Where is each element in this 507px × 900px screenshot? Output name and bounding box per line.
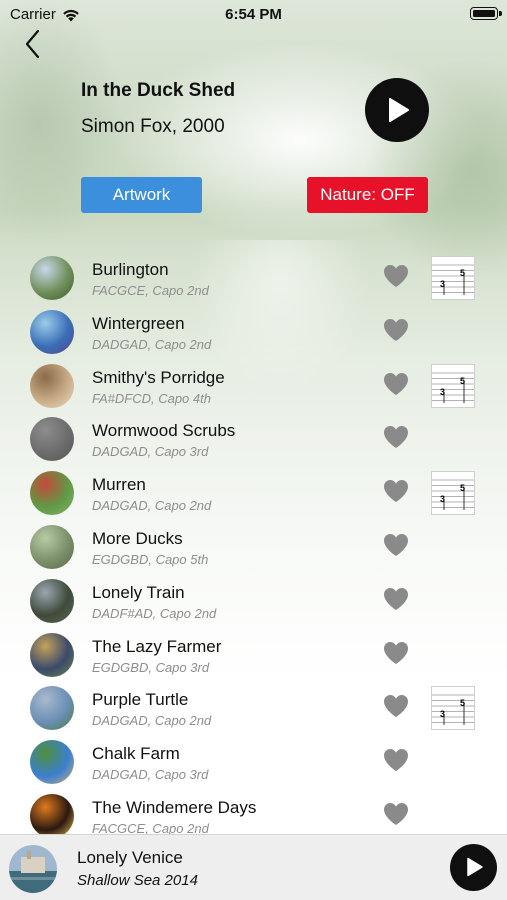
track-tuning: DADF#AD, Capo 2nd xyxy=(92,605,217,621)
tab-fret-number: 3 xyxy=(440,494,445,504)
heart-icon[interactable] xyxy=(383,533,409,557)
album-artist-year: Simon Fox, 2000 xyxy=(81,116,225,137)
track-tuning: FACGCE, Capo 2nd xyxy=(92,283,209,298)
track-row[interactable]: Chalk Farm DADGAD, Capo 3rd xyxy=(0,735,507,789)
track-title: Purple Turtle xyxy=(92,690,189,710)
track-artwork xyxy=(30,525,74,569)
track-artwork xyxy=(30,256,74,300)
heart-icon[interactable] xyxy=(383,425,409,449)
track-row[interactable]: Purple Turtle DADGAD, Capo 2nd 5 3 xyxy=(0,681,507,735)
nature-toggle-button[interactable]: Nature: OFF xyxy=(307,177,428,213)
track-artwork xyxy=(30,632,74,677)
track-row[interactable]: Murren DADGAD, Capo 2nd 5 3 xyxy=(0,466,507,520)
now-playing-artwork xyxy=(9,845,57,893)
heart-icon[interactable] xyxy=(383,587,409,611)
track-tuning: DADGAD, Capo 3rd xyxy=(92,767,209,783)
track-tuning: DADGAD, Capo 3rd xyxy=(92,444,209,460)
track-row[interactable]: Wintergreen DADGAD, Capo 2nd xyxy=(0,305,507,359)
tab-fret-number: 3 xyxy=(440,709,445,719)
track-artwork xyxy=(30,417,74,462)
tab-fret-number: 5 xyxy=(460,268,465,278)
track-title: Smithy's Porridge xyxy=(92,367,225,387)
track-title: Lonely Train xyxy=(92,582,185,602)
chevron-left-icon xyxy=(25,29,40,59)
heart-icon[interactable] xyxy=(383,372,409,396)
track-title: The Lazy Farmer xyxy=(92,636,222,656)
heart-icon[interactable] xyxy=(383,479,409,503)
album-title: In the Duck Shed xyxy=(81,80,236,101)
track-artwork xyxy=(30,740,74,785)
play-icon xyxy=(389,98,409,122)
track-tuning: DADGAD, Capo 2nd xyxy=(92,713,212,729)
battery-icon xyxy=(470,7,502,20)
track-tuning: EGDGBD, Capo 3rd xyxy=(92,659,210,675)
track-title: Wintergreen xyxy=(92,313,185,333)
heart-icon[interactable] xyxy=(383,641,409,665)
back-button[interactable] xyxy=(20,28,48,60)
track-artwork xyxy=(30,471,74,516)
track-row[interactable]: Burlington FACGCE, Capo 2nd 5 3 xyxy=(0,251,507,305)
play-album-button[interactable] xyxy=(365,78,429,142)
tab-fret-number: 5 xyxy=(460,698,465,708)
track-row[interactable]: Smithy's Porridge FA#DFCD, Capo 4th 5 3 xyxy=(0,359,507,413)
track-row[interactable]: Lonely Train DADF#AD, Capo 2nd xyxy=(0,574,507,628)
track-row[interactable]: Wormwood Scrubs DADGAD, Capo 3rd xyxy=(0,412,507,466)
track-row[interactable]: The Lazy Farmer EGDGBD, Capo 3rd xyxy=(0,628,507,682)
tab-fret-number: 3 xyxy=(440,387,445,397)
heart-icon[interactable] xyxy=(383,748,409,772)
tab-fret-number: 5 xyxy=(460,376,465,386)
tablature-icon[interactable]: 53 xyxy=(431,256,475,300)
heart-icon[interactable] xyxy=(383,318,409,342)
heart-icon[interactable] xyxy=(383,694,409,718)
tab-fret-number: 5 xyxy=(460,483,465,493)
track-artwork xyxy=(30,578,74,623)
track-tuning: EGDGBD, Capo 5th xyxy=(92,552,209,567)
play-icon xyxy=(467,857,483,877)
track-row[interactable]: More Ducks EGDGBD, Capo 5th xyxy=(0,520,507,574)
heart-icon[interactable] xyxy=(383,802,409,826)
track-title: Murren xyxy=(92,475,146,495)
status-bar: Carrier 6:54 PM xyxy=(0,0,507,30)
track-title: The Windemere Days xyxy=(92,798,257,817)
track-title: Wormwood Scrubs xyxy=(92,421,236,441)
artwork-button[interactable]: Artwork xyxy=(81,177,202,213)
now-playing-bar[interactable]: Lonely Venice Shallow Sea 2014 xyxy=(0,834,507,900)
track-tuning: FA#DFCD, Capo 4th xyxy=(92,390,211,406)
now-playing-play-button[interactable] xyxy=(450,844,497,891)
tablature-icon[interactable]: 53 xyxy=(431,363,475,408)
track-title: Chalk Farm xyxy=(92,744,180,764)
now-playing-album: Shallow Sea 2014 xyxy=(77,872,198,889)
now-playing-title: Lonely Venice xyxy=(77,848,183,867)
track-tuning: DADGAD, Capo 2nd xyxy=(92,336,212,352)
track-artwork xyxy=(30,686,74,731)
tab-fret-number: 3 xyxy=(440,279,445,289)
track-artwork xyxy=(30,363,74,408)
tablature-icon[interactable]: 53 xyxy=(431,686,475,731)
status-time: 6:54 PM xyxy=(225,6,282,23)
track-tuning: DADGAD, Capo 2nd xyxy=(92,498,212,514)
track-artwork xyxy=(30,309,74,354)
track-title: More Ducks xyxy=(92,529,183,548)
heart-icon[interactable] xyxy=(383,264,409,288)
track-artwork xyxy=(30,794,74,838)
track-title: Burlington xyxy=(92,260,169,279)
tablature-icon[interactable]: 53 xyxy=(431,471,475,516)
